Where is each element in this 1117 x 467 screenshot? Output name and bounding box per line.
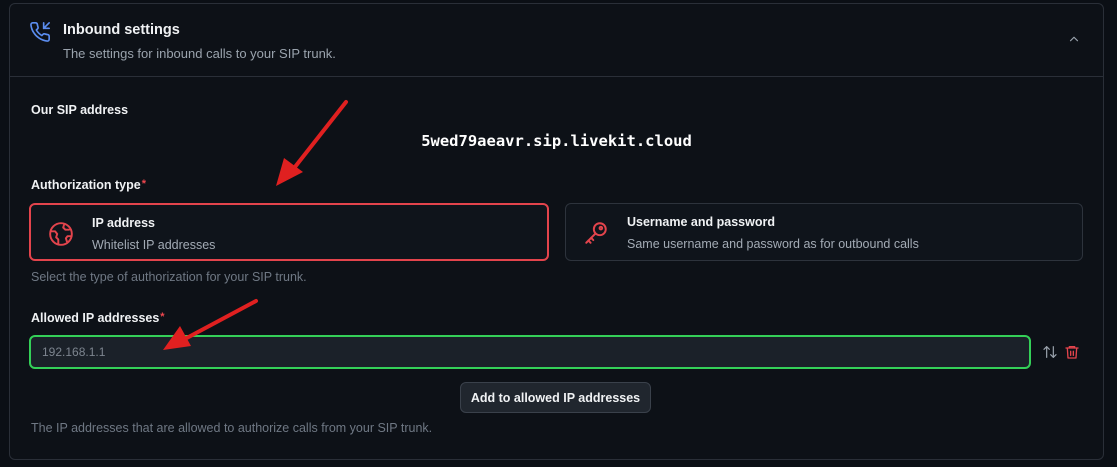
auth-option-ip-address[interactable]: IP address Whitelist IP addresses [29, 203, 549, 261]
chevron-up-icon[interactable] [1067, 32, 1081, 46]
auth-option-description: Whitelist IP addresses [92, 238, 216, 252]
add-allowed-ip-button[interactable]: Add to allowed IP addresses [460, 382, 651, 413]
phone-incoming-icon [30, 22, 50, 42]
auth-type-label: Authorization type* [31, 178, 146, 192]
globe-icon [49, 222, 73, 246]
key-icon [585, 222, 607, 244]
auth-type-label-text: Authorization type [31, 178, 141, 192]
allowed-ips-label: Allowed IP addresses* [31, 311, 165, 325]
sort-arrows-icon[interactable] [1042, 344, 1058, 360]
inbound-settings-panel: Inbound settings The settings for inboun… [9, 3, 1104, 460]
ip-address-input[interactable] [29, 335, 1031, 369]
trash-icon[interactable] [1064, 344, 1080, 360]
section-title: Inbound settings [63, 22, 180, 38]
allowed-ips-helper: The IP addresses that are allowed to aut… [31, 421, 433, 435]
allowed-ips-label-text: Allowed IP addresses [31, 311, 160, 325]
auth-option-title: Username and password [627, 215, 775, 229]
required-mark: * [141, 178, 146, 190]
sip-address-label: Our SIP address [31, 103, 129, 117]
auth-type-helper: Select the type of authorization for you… [31, 270, 307, 284]
auth-option-title: IP address [92, 216, 156, 230]
required-mark: * [160, 311, 165, 323]
auth-option-username-password[interactable]: Username and password Same username and … [565, 203, 1083, 261]
sip-address-value: 5wed79aeavr.sip.livekit.cloud [421, 132, 692, 150]
auth-option-description: Same username and password as for outbou… [627, 237, 919, 251]
section-subtitle: The settings for inbound calls to your S… [63, 46, 336, 61]
section-header[interactable]: Inbound settings The settings for inboun… [10, 4, 1103, 77]
